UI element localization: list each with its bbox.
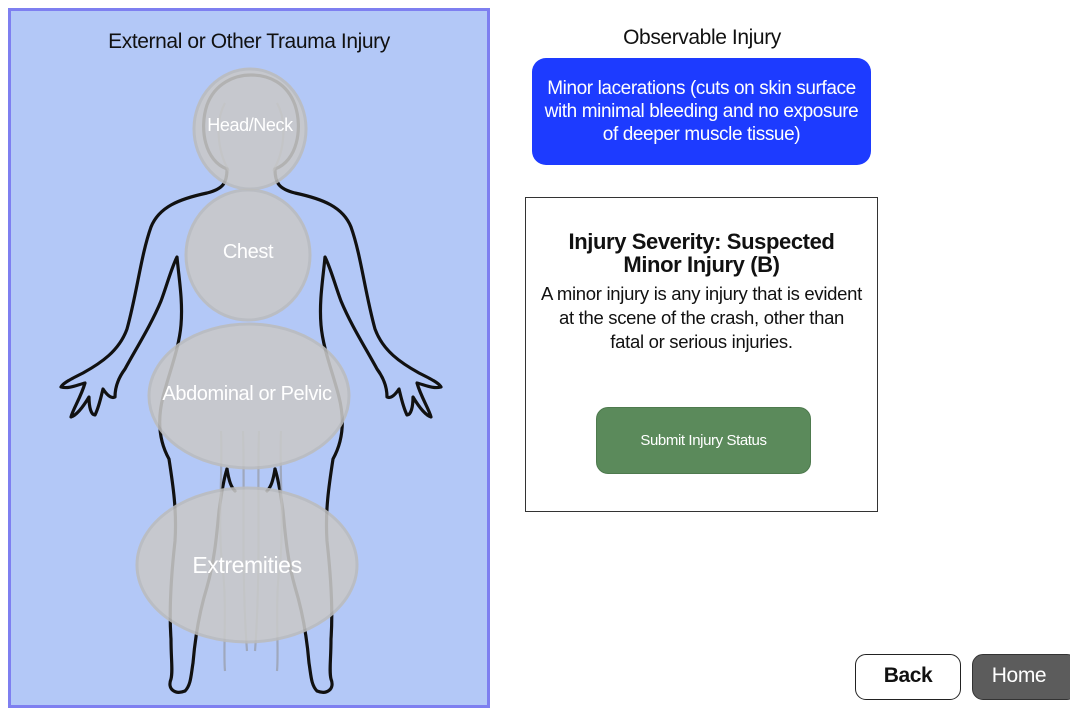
injury-severity-panel: Injury Severity: Suspected Minor Injury … xyxy=(525,197,878,512)
severity-heading: Injury Severity: Suspected Minor Injury … xyxy=(568,229,835,277)
body-map-panel: External or Other Trauma Injury Head/Nec… xyxy=(8,8,490,708)
extremities-label[interactable]: Extremities xyxy=(167,552,327,579)
observable-injury-title: Observable Injury xyxy=(623,26,781,49)
selected-injury-button[interactable]: Minor lacerations (cuts on skin surface … xyxy=(532,58,871,165)
chest-label[interactable]: Chest xyxy=(188,241,308,264)
submit-injury-status-button[interactable]: Submit Injury Status xyxy=(596,407,811,474)
head-neck-label[interactable]: Head/Neck xyxy=(190,115,310,136)
abdominal-pelvic-label[interactable]: Abdominal or Pelvic xyxy=(137,383,357,406)
severity-description: A minor injury is any injury that is evi… xyxy=(541,283,862,352)
home-button[interactable]: Home xyxy=(972,654,1070,700)
back-button[interactable]: Back xyxy=(855,654,961,700)
